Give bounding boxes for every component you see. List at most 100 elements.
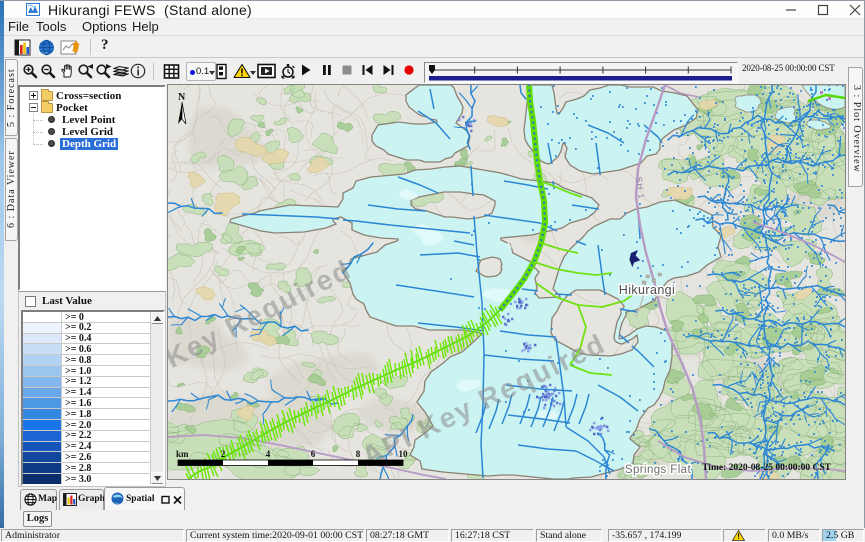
legend-row-label: >= 2.0 bbox=[65, 420, 91, 431]
pause-button[interactable] bbox=[321, 63, 333, 82]
grid-display-button[interactable] bbox=[163, 63, 180, 85]
legend-row[interactable]: >= 0.6 bbox=[23, 344, 153, 355]
blue-globe-icon bbox=[111, 492, 124, 508]
zoom-next-button[interactable] bbox=[95, 63, 112, 84]
tree-item-level-point[interactable]: Level Point bbox=[20, 114, 164, 126]
logs-button[interactable]: Logs bbox=[23, 511, 52, 527]
legend-row[interactable]: >= 1.4 bbox=[23, 388, 153, 399]
legend-row[interactable]: >= 2.8 bbox=[23, 463, 153, 474]
legend-swatch bbox=[23, 344, 62, 354]
tab-map[interactable]: Map bbox=[20, 489, 57, 510]
tree-item-label[interactable]: Cross=section bbox=[54, 90, 123, 102]
legend-row[interactable]: >= 2.6 bbox=[23, 452, 153, 463]
legend-row[interactable]: >= 0 bbox=[23, 312, 153, 323]
warning-threshold-button[interactable] bbox=[233, 63, 251, 84]
legend-row[interactable]: >= 2.2 bbox=[23, 431, 153, 442]
legend-swatch bbox=[23, 323, 62, 333]
legend-row[interactable]: >= 1.6 bbox=[23, 398, 153, 409]
legend-row-label: >= 2.4 bbox=[65, 441, 91, 452]
legend-scrollbar[interactable] bbox=[150, 312, 163, 484]
dock-tab-forecast[interactable]: 5 : Forecast bbox=[5, 59, 18, 136]
animation-settings-button[interactable] bbox=[279, 63, 297, 85]
classification-button[interactable] bbox=[215, 63, 229, 85]
bar-chart-icon bbox=[63, 493, 77, 509]
timeline-slider[interactable] bbox=[424, 62, 738, 83]
last-value-label: Last Value bbox=[42, 295, 92, 307]
contour-interval-dropdown[interactable]: 0.1 bbox=[186, 62, 216, 81]
legend-row-label: >= 2.2 bbox=[65, 430, 91, 441]
toolbar-separator bbox=[153, 63, 154, 80]
tab-spatial[interactable]: Spatial bbox=[104, 487, 185, 510]
menu-help[interactable]: Help bbox=[132, 19, 159, 36]
last-value-checkbox[interactable] bbox=[25, 296, 36, 307]
map-view[interactable]: API Key Required API Key Required SH 1 H… bbox=[167, 84, 846, 480]
tree-item-level-grid[interactable]: Level Grid bbox=[20, 126, 164, 138]
legend-row-label: >= 0.8 bbox=[65, 355, 91, 366]
tree-item-label[interactable]: Level Point bbox=[60, 114, 117, 126]
legend-swatch bbox=[23, 420, 62, 430]
legend-swatch bbox=[23, 463, 62, 473]
help-button[interactable]: ? bbox=[101, 37, 109, 54]
dock-tab-data-viewer[interactable]: 6 : Data Viewer bbox=[5, 138, 18, 241]
close-button[interactable] bbox=[840, 1, 865, 19]
tab-restore-icon[interactable] bbox=[161, 495, 170, 507]
bullet-icon bbox=[48, 140, 55, 147]
tree-item-pocket[interactable]: Pocket bbox=[20, 102, 164, 114]
legend-row[interactable]: >= 0.8 bbox=[23, 355, 153, 366]
zoom-out-button[interactable] bbox=[40, 63, 56, 84]
contour-interval-value: 0.1 bbox=[196, 66, 209, 77]
tree-connector bbox=[33, 120, 43, 121]
layers-button[interactable] bbox=[113, 63, 129, 84]
skip-to-end-button[interactable] bbox=[382, 63, 395, 82]
play-button[interactable] bbox=[300, 63, 312, 82]
tree-item-depth-grid[interactable]: Depth Grid bbox=[20, 138, 164, 150]
map-canvas[interactable] bbox=[168, 85, 845, 479]
legend-row[interactable]: >= 1.0 bbox=[23, 366, 153, 377]
tree-expander-minus-icon[interactable] bbox=[29, 103, 38, 112]
zoom-in-button[interactable] bbox=[22, 63, 38, 84]
pan-button[interactable] bbox=[59, 63, 75, 84]
legend-row[interactable]: >= 2.4 bbox=[23, 442, 153, 453]
status-bar: Administrator Current system time:2020-0… bbox=[0, 528, 865, 542]
legend-row-label: >= 0.2 bbox=[65, 322, 91, 333]
legend-swatch bbox=[23, 377, 62, 387]
dock-tab-plot-overview[interactable]: 3 : Plot Overview bbox=[848, 67, 863, 187]
tree-item-label[interactable]: Level Grid bbox=[60, 126, 115, 138]
tree-expander-plus-icon[interactable] bbox=[29, 91, 38, 100]
status-system-time-label: Current system time:2020-09-01 00:00 CST bbox=[190, 530, 363, 541]
menu-tools[interactable]: Tools bbox=[36, 19, 66, 36]
legend-row[interactable]: >= 2.0 bbox=[23, 420, 153, 431]
scroll-down-button[interactable] bbox=[151, 472, 164, 484]
legend-row[interactable]: >= 3.0 bbox=[23, 474, 153, 485]
legend-row[interactable]: >= 0.4 bbox=[23, 334, 153, 345]
zoom-previous-button[interactable] bbox=[77, 63, 94, 84]
legend-swatch bbox=[23, 474, 62, 484]
record-button[interactable] bbox=[403, 63, 415, 82]
scroll-up-button[interactable] bbox=[151, 312, 164, 324]
tree-connector bbox=[33, 144, 43, 145]
skip-to-start-button[interactable] bbox=[361, 63, 374, 82]
menu-options[interactable]: Options bbox=[82, 19, 127, 36]
menu-file[interactable]: File bbox=[8, 19, 29, 36]
legend-row-label: >= 1.8 bbox=[65, 409, 91, 420]
stop-button[interactable] bbox=[341, 63, 353, 82]
legend-row-label: >= 0 bbox=[65, 312, 84, 323]
chevron-down-icon[interactable] bbox=[250, 71, 256, 75]
minimize-button[interactable] bbox=[776, 1, 806, 19]
status-gmt-time-label: 08:27:18 GMT bbox=[370, 530, 429, 541]
legend-swatch bbox=[23, 431, 62, 441]
tree-item-label[interactable]: Pocket bbox=[54, 102, 90, 114]
legend-row[interactable]: >= 1.2 bbox=[23, 377, 153, 388]
tree-item-label[interactable]: Depth Grid bbox=[60, 138, 118, 150]
tab-close-icon[interactable] bbox=[173, 495, 182, 507]
movie-player-button[interactable] bbox=[257, 63, 276, 84]
legend-row[interactable]: >= 0.2 bbox=[23, 323, 153, 334]
tab-graph[interactable]: Graph bbox=[59, 489, 104, 510]
legend-row[interactable]: >= 1.8 bbox=[23, 409, 153, 420]
legend-swatch bbox=[23, 452, 62, 462]
maximize-button[interactable] bbox=[808, 1, 838, 19]
folder-icon bbox=[41, 103, 53, 113]
info-button[interactable] bbox=[130, 63, 146, 84]
status-memory: 2.5 GB bbox=[822, 529, 864, 542]
tree-connector bbox=[33, 132, 43, 133]
